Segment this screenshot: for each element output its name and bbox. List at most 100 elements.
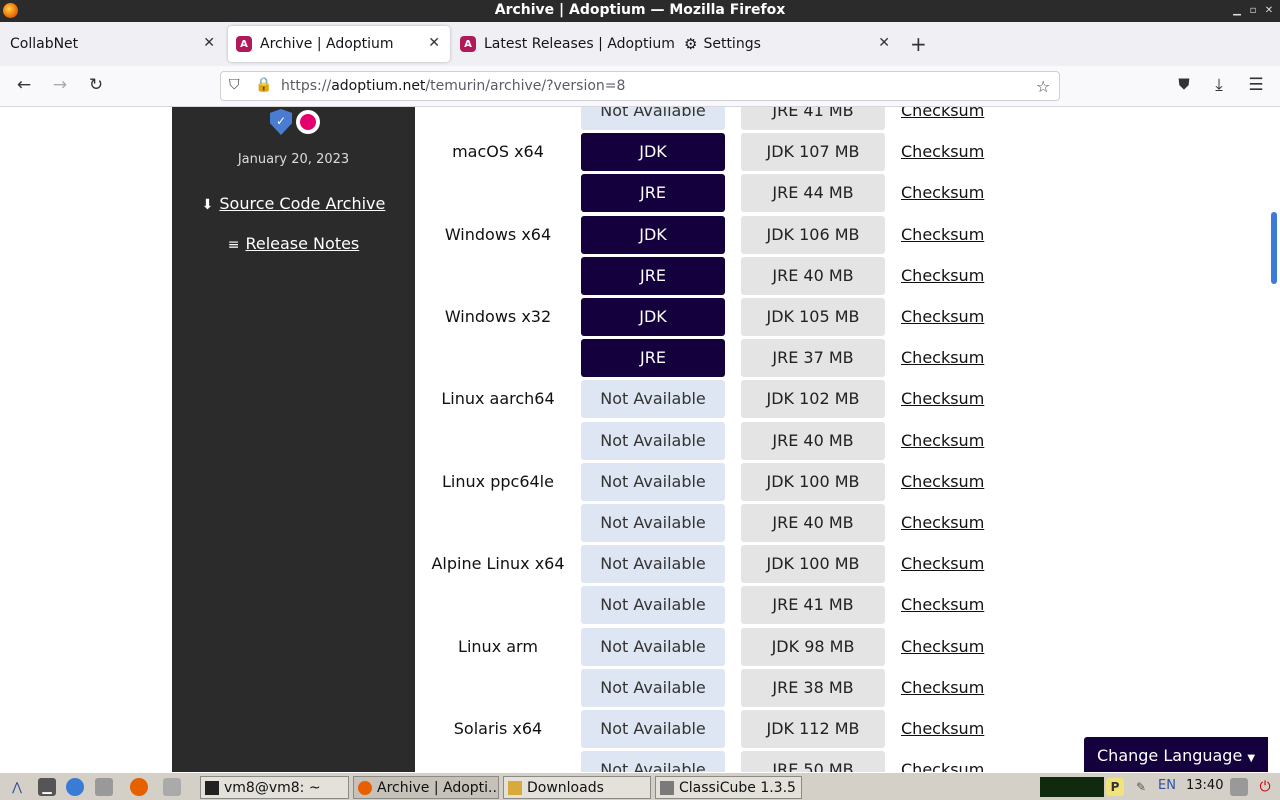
checksum-link[interactable]: Checksum	[901, 133, 984, 171]
checksum-link[interactable]: Checksum	[901, 298, 984, 336]
eclipse-badge-icon	[296, 110, 320, 134]
download-button[interactable]: JDK	[581, 216, 725, 254]
menu-icon[interactable]: ☰	[1245, 75, 1267, 95]
download-button[interactable]: JRE	[581, 174, 725, 212]
download-table: Not Available JRE 41 MB Checksum macOS x64 J…	[415, 107, 1268, 772]
p-tray-icon[interactable]: P	[1106, 778, 1124, 796]
show-desktop-icon[interactable]: ▁	[38, 778, 56, 796]
checksum-link[interactable]: Checksum	[901, 216, 984, 254]
file-manager-icon[interactable]	[95, 778, 113, 796]
nav-bar: ← → ↻ ⛉ 🔒 https://adoptium.net/temurin/a…	[0, 66, 1280, 107]
downloads-icon[interactable]: ⤓	[1208, 75, 1230, 95]
tab-archive-adoptium[interactable]: A Archive | Adoptium ✕	[228, 26, 450, 62]
checksum-link[interactable]: Checksum	[901, 257, 984, 295]
checksum-link[interactable]: Checksum	[901, 422, 984, 460]
download-button[interactable]: JDK	[581, 298, 725, 336]
package-size: JRE 40 MB	[741, 257, 885, 295]
package-size: JDK 107 MB	[741, 133, 885, 171]
pocket-icon[interactable]: ⛊	[1173, 75, 1195, 93]
os-label: Linux arm	[458, 637, 538, 656]
os-label: Windows x32	[444, 307, 552, 326]
new-tab-button[interactable]: +	[910, 32, 927, 56]
tab-collabnet[interactable]: CollabNet ✕	[0, 22, 225, 66]
os-label: Linux ppc64le	[442, 472, 554, 491]
forward-icon[interactable]: →	[49, 75, 71, 95]
network-icon[interactable]	[66, 778, 84, 796]
launcher-icon[interactable]	[163, 778, 181, 796]
url-bar[interactable]: ⛉ 🔒 https://adoptium.net/temurin/archive…	[220, 71, 1060, 101]
window-title: Archive | Adoptium — Mozilla Firefox	[494, 2, 786, 18]
shield-tracking-icon[interactable]: ⛉	[229, 77, 240, 93]
not-available-label: Not Available	[581, 107, 725, 130]
not-available-label: Not Available	[581, 380, 725, 418]
checksum-link[interactable]: Checksum	[901, 710, 984, 748]
release-sidebar: ✓ January 20, 2023 ⬇ Source Code Archive …	[172, 107, 415, 772]
clock: 13:40	[1186, 778, 1224, 793]
package-size: JRE 40 MB	[741, 504, 885, 542]
change-language-button[interactable]: Change Language ▼	[1084, 737, 1268, 774]
download-button[interactable]: JRE	[581, 257, 725, 295]
pen-tray-icon[interactable]: ✎	[1132, 778, 1150, 796]
window-titlebar: Archive | Adoptium — Mozilla Firefox ▁ ▫…	[0, 0, 1280, 22]
url-text[interactable]: https://adoptium.net/temurin/archive/?ve…	[281, 78, 625, 94]
checksum-link[interactable]: Checksum	[901, 669, 984, 707]
os-label: Alpine Linux x64	[431, 554, 565, 573]
checksum-link[interactable]: Checksum	[901, 628, 984, 666]
package-size: JDK 112 MB	[741, 710, 885, 748]
checksum-link[interactable]: Checksum	[901, 751, 984, 772]
checksum-link[interactable]: Checksum	[901, 339, 984, 377]
source-code-archive-link[interactable]: ⬇ Source Code Archive	[172, 194, 415, 213]
close-tab-icon[interactable]: ✕	[428, 35, 440, 51]
release-notes-link[interactable]: ≡ Release Notes	[172, 234, 415, 253]
lock-screen-icon[interactable]	[1230, 778, 1248, 796]
package-size: JDK 98 MB	[741, 628, 885, 666]
close-tab-icon[interactable]: ✕	[203, 35, 215, 51]
package-size: JRE 44 MB	[741, 174, 885, 212]
close-window-icon[interactable]: ✕	[1261, 0, 1277, 21]
power-icon[interactable]: ⏻	[1256, 778, 1274, 796]
scrollbar-thumb[interactable]	[1271, 212, 1277, 284]
reload-icon[interactable]: ↻	[85, 75, 107, 95]
firefox-icon	[358, 780, 372, 795]
firefox-launcher-icon[interactable]	[130, 778, 148, 796]
close-tab-icon[interactable]: ✕	[878, 35, 890, 51]
checksum-link[interactable]: Checksum	[901, 107, 984, 130]
minimize-icon[interactable]: ▁	[1229, 0, 1245, 21]
keyboard-layout[interactable]: EN	[1158, 778, 1176, 793]
folder-icon	[508, 780, 522, 795]
scrollbar-track[interactable]	[1268, 107, 1280, 772]
gear-icon: ⚙	[684, 35, 698, 53]
not-available-label: Not Available	[581, 751, 725, 772]
not-available-label: Not Available	[581, 504, 725, 542]
package-size: JRE 40 MB	[741, 422, 885, 460]
checksum-link[interactable]: Checksum	[901, 463, 984, 501]
start-menu-icon[interactable]: ⋀	[8, 778, 26, 796]
package-size: JRE 41 MB	[741, 107, 885, 130]
tab-strip: CollabNet ✕ A Archive | Adoptium ✕ A Lat…	[0, 22, 1280, 66]
back-icon[interactable]: ←	[13, 75, 35, 95]
package-size: JDK 102 MB	[741, 380, 885, 418]
download-icon: ⬇	[201, 197, 214, 213]
firefox-icon	[3, 3, 18, 18]
not-available-label: Not Available	[581, 710, 725, 748]
checksum-link[interactable]: Checksum	[901, 174, 984, 212]
tab-latest-releases[interactable]: A Latest Releases | Adoptium	[452, 22, 676, 66]
download-button[interactable]: JRE	[581, 339, 725, 377]
package-size: JRE 38 MB	[741, 669, 885, 707]
checksum-link[interactable]: Checksum	[901, 504, 984, 542]
checksum-link[interactable]: Checksum	[901, 586, 984, 624]
not-available-label: Not Available	[581, 628, 725, 666]
task-classicube[interactable]: ClassiCube 1.3.5	[655, 776, 802, 799]
checksum-link[interactable]: Checksum	[901, 545, 984, 583]
download-button[interactable]: JDK	[581, 133, 725, 171]
task-downloads[interactable]: Downloads	[503, 776, 651, 799]
task-firefox[interactable]: Archive | Adopti...	[353, 776, 499, 799]
task-terminal[interactable]: vm8@vm8: ~	[200, 776, 349, 799]
lock-icon[interactable]: 🔒	[255, 77, 272, 93]
bookmark-star-icon[interactable]: ☆	[1036, 77, 1050, 96]
tab-settings[interactable]: ⚙ Settings ✕	[676, 22, 900, 66]
adoptium-icon: A	[236, 36, 252, 52]
maximize-icon[interactable]: ▫	[1245, 0, 1261, 21]
package-size: JRE 50 MB	[741, 751, 885, 772]
checksum-link[interactable]: Checksum	[901, 380, 984, 418]
